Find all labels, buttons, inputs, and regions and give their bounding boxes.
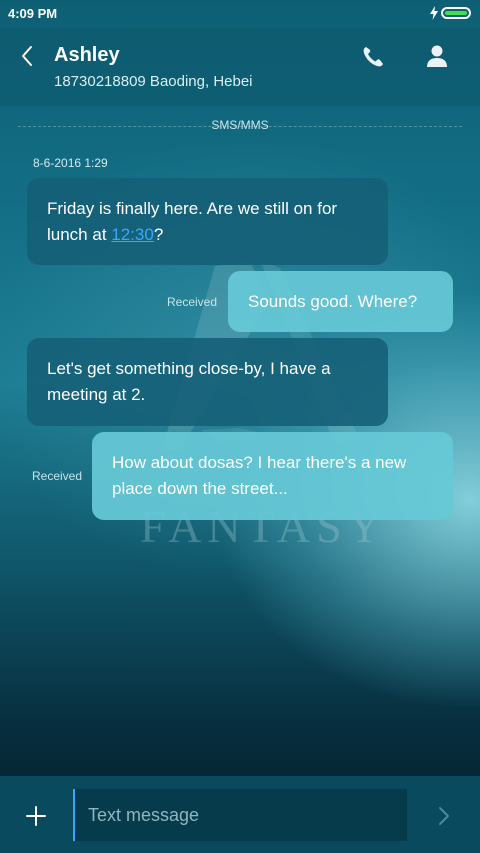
message-text: Friday is finally here. Are we still on … bbox=[47, 196, 368, 248]
message-text: How about dosas? I hear there's a new pl… bbox=[112, 453, 407, 498]
plus-icon[interactable] bbox=[22, 802, 50, 830]
message-text-part: ? bbox=[153, 224, 164, 244]
status-time: 4:09 PM bbox=[8, 6, 58, 21]
message-timestamp: 8-6-2016 1:29 bbox=[33, 156, 108, 170]
outgoing-message-bubble[interactable]: Sounds good. Where? bbox=[228, 271, 453, 332]
charging-bolt-icon bbox=[430, 6, 438, 20]
incoming-message-bubble[interactable]: Let's get something close-by, I have a m… bbox=[27, 338, 388, 426]
send-chevron-icon[interactable] bbox=[434, 802, 454, 830]
outgoing-message-bubble[interactable]: How about dosas? I hear there's a new pl… bbox=[92, 432, 453, 520]
battery-level bbox=[445, 11, 467, 15]
contact-person-icon[interactable] bbox=[424, 42, 450, 70]
channel-label: SMS/MMS bbox=[211, 118, 269, 132]
message-text: Sounds good. Where? bbox=[248, 291, 418, 311]
incoming-message-bubble[interactable]: Friday is finally here. Are we still on … bbox=[27, 178, 388, 265]
message-text-part: Friday is finally here. Are we still on … bbox=[47, 198, 338, 244]
delivery-status: Received bbox=[167, 295, 218, 309]
conversation-header: Ashley 18730218809 Baoding, Hebei bbox=[0, 28, 480, 106]
composer-bar bbox=[0, 776, 480, 853]
back-chevron-icon[interactable] bbox=[14, 42, 42, 70]
contact-name: Ashley bbox=[54, 44, 120, 66]
status-bar: 4:09 PM bbox=[0, 0, 480, 28]
contact-number-location: 18730218809 Baoding, Hebei bbox=[54, 73, 253, 90]
time-link[interactable]: 12:30 bbox=[111, 225, 154, 244]
message-text: Let's get something close-by, I have a m… bbox=[47, 359, 331, 404]
battery-icon bbox=[441, 7, 471, 19]
message-input[interactable] bbox=[73, 789, 407, 841]
phone-icon[interactable] bbox=[360, 42, 386, 70]
delivery-status: Received bbox=[32, 469, 83, 483]
